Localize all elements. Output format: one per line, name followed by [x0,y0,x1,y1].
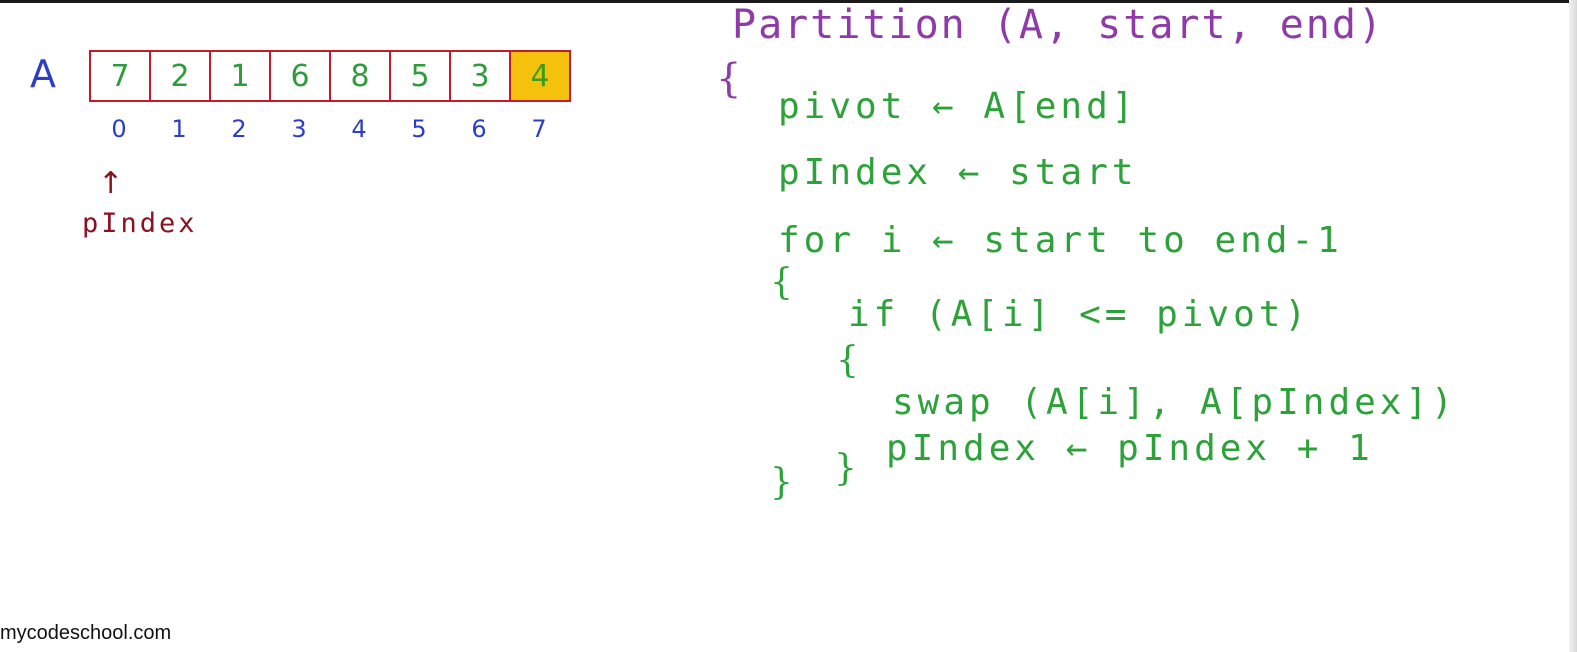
array-cell-1: 2 [151,52,211,100]
index-label-0: 0 [111,115,127,143]
array-cell-3: 6 [271,52,331,100]
function-signature: Partition (A, start, end) [732,2,1385,48]
for-open-brace: { [770,262,793,303]
index-label-3: 3 [291,115,307,143]
if-open-brace: { [836,340,859,381]
if-close-brace: } [834,448,857,489]
code-line-pindex: pIndex ← start [778,152,1138,193]
index-label-4: 4 [351,115,367,143]
code-line-if: if (A[i] <= pivot) [848,294,1311,335]
array-cell-7-pivot: 4 [511,52,569,100]
index-label-2: 2 [231,115,247,143]
pindex-pointer-label: pIndex [82,208,198,239]
array-cell-2: 1 [211,52,271,100]
array-cell-6: 3 [451,52,511,100]
array-cells: 7 2 1 6 8 5 3 4 [89,50,571,102]
index-label-6: 6 [471,115,487,143]
for-close-brace: } [770,462,793,503]
site-watermark: mycodeschool.com [0,622,172,644]
array-cell-4: 8 [331,52,391,100]
code-line-increment: pIndex ← pIndex + 1 [886,428,1374,469]
code-line-pivot: pivot ← A[end] [778,86,1138,127]
right-edge-strip [1569,0,1577,652]
array-cell-5: 5 [391,52,451,100]
array-name-label: A [30,52,56,96]
index-label-1: 1 [171,115,187,143]
up-arrow-icon: ↑ [98,166,124,201]
code-line-swap: swap (A[i], A[pIndex]) [892,382,1457,423]
code-line-for: for i ← start to end-1 [778,220,1343,261]
index-label-5: 5 [411,115,427,143]
index-label-7: 7 [531,115,547,143]
array-indices: 0 1 2 3 4 5 6 7 [89,115,569,143]
array-cell-0: 7 [91,52,151,100]
function-open-brace: { [716,56,742,102]
